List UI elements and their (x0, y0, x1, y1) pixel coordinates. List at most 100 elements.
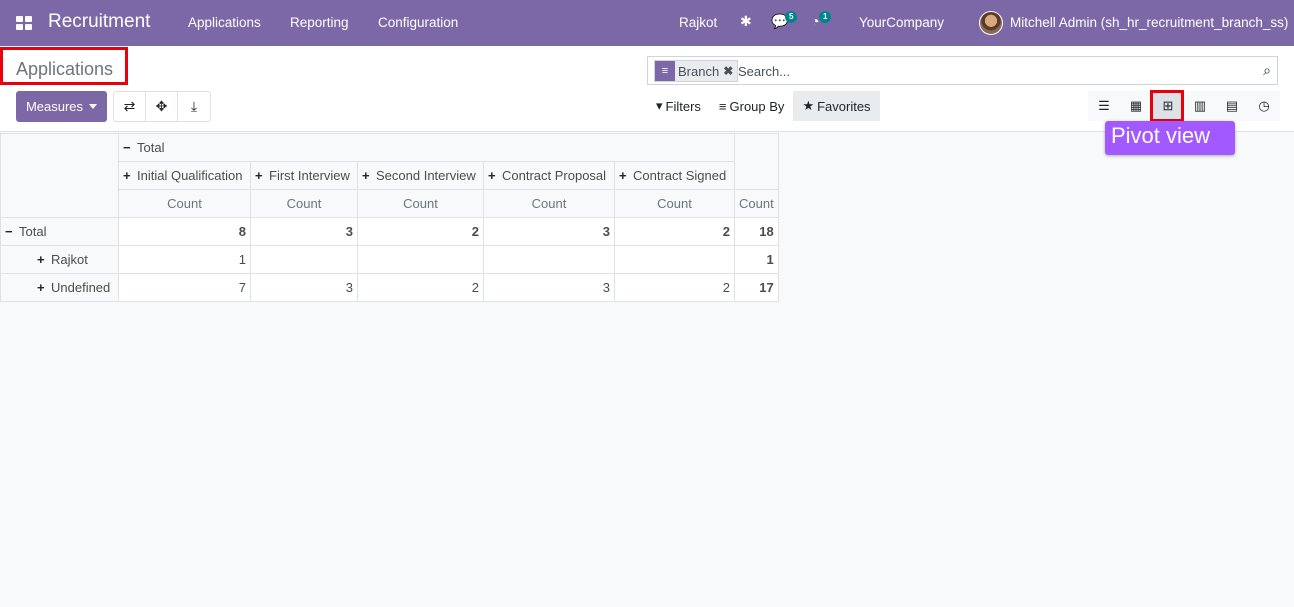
cell[interactable]: 8 (118, 217, 251, 246)
stage-label: Contract Proposal (502, 168, 607, 183)
expand-icon: + (255, 168, 263, 183)
control-panel: Applications Measures ⇄ ✥ ⤓ ≡ Branch ✖ ⌕… (0, 46, 1294, 132)
col-header-stage[interactable]: + Contract Signed (614, 161, 735, 190)
measures-label: Measures (25, 99, 84, 114)
row-header-total[interactable]: − Total (0, 217, 119, 246)
row-header-undefined[interactable]: + Undefined (0, 273, 119, 302)
cell[interactable]: 3 (483, 217, 615, 246)
stage-label: First Interview (269, 168, 350, 183)
measure-header[interactable]: Count (357, 189, 484, 218)
pivot-table: − Total + Initial Qualification + First Int… (0, 133, 779, 302)
measures-button[interactable]: Measures (16, 91, 107, 122)
expand-icon: + (619, 168, 627, 183)
table-row: + Rajkot 1 1 (0, 245, 779, 274)
highlight-box-title (0, 47, 128, 85)
flip-axis-icon[interactable]: ⇄ (114, 92, 146, 121)
user-avatar[interactable] (979, 11, 1003, 35)
expand-icon: + (37, 280, 45, 295)
company-switcher[interactable]: YourCompany (859, 15, 944, 30)
search-input[interactable] (738, 61, 1238, 81)
kanban-view-icon[interactable]: ▦ (1120, 91, 1152, 121)
branch-switcher[interactable]: Rajkot (679, 15, 717, 30)
col-header-stage[interactable]: + Second Interview (357, 161, 484, 190)
apps-menu-icon[interactable] (16, 16, 32, 30)
search-bar: ≡ Branch ✖ ⌕ (647, 56, 1278, 85)
facet-label: Branch (678, 63, 720, 79)
user-menu[interactable]: Mitchell Admin (sh_hr_recruitment_branch… (1010, 15, 1288, 30)
calendar-view-icon[interactable]: ▤ (1216, 91, 1248, 121)
stage-label: Contract Signed (633, 168, 727, 183)
collapse-icon: − (123, 140, 131, 155)
cell[interactable]: 2 (614, 273, 735, 302)
row-label: Rajkot (51, 252, 88, 267)
bug-icon[interactable]: ✱ (740, 13, 752, 30)
favorites-label: Favorites (817, 98, 871, 114)
expand-all-icon[interactable]: ✥ (146, 92, 178, 121)
search-icon[interactable]: ⌕ (1263, 62, 1271, 79)
favorites-button[interactable]: ★ Favorites (793, 91, 880, 121)
cell[interactable]: 2 (357, 217, 484, 246)
table-row: + Undefined 7 3 2 3 2 17 (0, 273, 779, 302)
cell[interactable]: 3 (250, 217, 358, 246)
group-by-label: Group By (729, 98, 785, 114)
view-switcher: ☰ ▦ ⊞ ▥ ▤ ◷ (1088, 91, 1280, 121)
cell[interactable]: 1 (118, 245, 251, 274)
measure-header[interactable]: Count (734, 189, 779, 218)
cell[interactable] (250, 245, 358, 274)
star-icon: ★ (802, 98, 815, 113)
list-view-icon[interactable]: ☰ (1088, 91, 1120, 121)
top-navbar: Recruitment Applications Reporting Confi… (0, 0, 1294, 46)
cell[interactable] (614, 245, 735, 274)
activities-count-badge: 1 (819, 11, 832, 23)
highlight-box-pivot (1150, 90, 1184, 122)
expand-icon: + (123, 168, 131, 183)
measure-header[interactable]: Count (483, 189, 615, 218)
menu-applications[interactable]: Applications (188, 15, 261, 30)
pivot-corner (0, 133, 119, 218)
cell[interactable]: 3 (250, 273, 358, 302)
caret-down-icon (89, 104, 98, 109)
measure-header[interactable]: Count (250, 189, 358, 218)
app-title[interactable]: Recruitment (48, 11, 150, 33)
row-total-cell[interactable]: 17 (734, 273, 779, 302)
table-row: − Total 8 3 2 3 2 18 (0, 217, 779, 246)
expand-icon: + (362, 168, 370, 183)
measure-header[interactable]: Count (614, 189, 735, 218)
collapse-icon: − (5, 224, 13, 239)
cell[interactable]: 7 (118, 273, 251, 302)
row-total-cell[interactable]: 1 (734, 245, 779, 274)
menu-reporting[interactable]: Reporting (290, 15, 349, 30)
cell[interactable]: 2 (614, 217, 735, 246)
cell[interactable] (357, 245, 484, 274)
menu-configuration[interactable]: Configuration (378, 15, 458, 30)
cell[interactable]: 2 (357, 273, 484, 302)
download-icon[interactable]: ⤓ (178, 92, 210, 121)
col-header-total[interactable]: − Total (118, 133, 735, 162)
filter-bar: ▾ Filters ≡ Group By ★ Favorites (647, 91, 880, 121)
group-by-button[interactable]: ≡ Group By (710, 91, 794, 121)
messages-count-badge: 5 (785, 11, 798, 23)
filters-label: Filters (665, 98, 701, 114)
col-header-stage[interactable]: + Initial Qualification (118, 161, 251, 190)
pivot-view-callout: Pivot view (1105, 121, 1235, 155)
expand-icon: + (37, 252, 45, 267)
row-total-cell[interactable]: 18 (734, 217, 779, 246)
row-label: Total (19, 224, 47, 239)
filters-button[interactable]: ▾ Filters (647, 91, 710, 121)
stage-label: Initial Qualification (137, 168, 243, 183)
col-header-spacer (734, 133, 779, 190)
search-facet-branch[interactable]: ≡ Branch ✖ (654, 60, 739, 82)
remove-facet-icon[interactable]: ✖ (723, 64, 737, 78)
col-header-stage[interactable]: + Contract Proposal (483, 161, 615, 190)
group-by-icon: ≡ (655, 61, 675, 81)
col-header-stage[interactable]: + First Interview (250, 161, 358, 190)
cell[interactable] (483, 245, 615, 274)
stage-label: Second Interview (376, 168, 476, 183)
activity-view-icon[interactable]: ◷ (1248, 91, 1280, 121)
col-total-label: Total (137, 140, 165, 155)
graph-view-icon[interactable]: ▥ (1184, 91, 1216, 121)
pivot-tools: ⇄ ✥ ⤓ (113, 91, 211, 122)
cell[interactable]: 3 (483, 273, 615, 302)
row-header-rajkot[interactable]: + Rajkot (0, 245, 119, 274)
measure-header[interactable]: Count (118, 189, 251, 218)
